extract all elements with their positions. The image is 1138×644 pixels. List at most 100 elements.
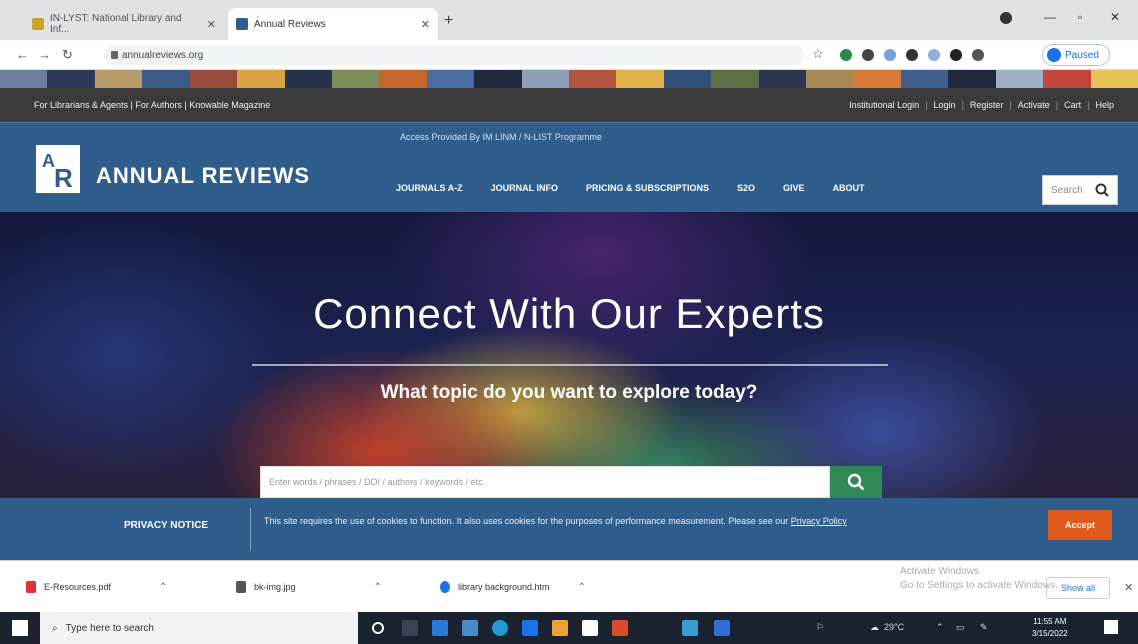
browser-tab-annual-reviews[interactable]: Annual Reviews ✕	[228, 8, 438, 40]
file-explorer-icon[interactable]	[552, 620, 568, 636]
avatar	[1047, 48, 1061, 62]
search-icon	[847, 473, 865, 491]
close-window-icon[interactable]: ✕	[1110, 10, 1120, 24]
office-icon[interactable]	[612, 620, 628, 636]
nav-s2o[interactable]: S2O	[737, 183, 755, 193]
download-item[interactable]: library background.htm ⌃	[440, 581, 586, 593]
main-nav: JOURNALS A-Z JOURNAL INFO PRICING & SUBS…	[396, 183, 865, 193]
notifications-icon[interactable]	[1104, 620, 1118, 634]
image-file-icon	[236, 581, 246, 593]
extension-icon[interactable]	[950, 49, 962, 61]
pen-icon[interactable]: ✎	[980, 622, 988, 633]
screen: IN-LYST: National Library and Inf... ✕ A…	[0, 0, 1138, 644]
hero-search-button[interactable]	[830, 466, 882, 498]
divider	[250, 508, 251, 550]
header-search-input[interactable]: Search	[1042, 175, 1118, 205]
extension-icon[interactable]	[928, 49, 940, 61]
hero-title: Connect With Our Experts	[313, 290, 825, 337]
task-view-icon[interactable]	[402, 620, 418, 636]
forward-icon[interactable]: →	[38, 47, 51, 62]
app-icon[interactable]	[462, 620, 478, 636]
chevron-up-icon[interactable]: ⌃	[374, 582, 382, 593]
close-icon[interactable]: ✕	[421, 18, 430, 31]
temperature-text[interactable]: 29°C	[884, 622, 904, 632]
hero-search-placeholder: Enter words / phrases / DOI / authors / …	[269, 477, 486, 487]
register-link[interactable]: Register	[970, 100, 1004, 110]
tray-icon[interactable]: ⚐	[816, 622, 824, 633]
institutional-login-link[interactable]: Institutional Login	[849, 100, 919, 110]
privacy-notice-label: PRIVACY NOTICE	[124, 520, 209, 531]
app-icon[interactable]	[682, 620, 698, 636]
browser-tab-nlist[interactable]: IN-LYST: National Library and Inf... ✕	[24, 8, 224, 40]
accept-cookies-button[interactable]: Accept	[1048, 510, 1112, 540]
windows-start-icon[interactable]	[12, 620, 28, 636]
profile-button[interactable]: Paused	[1042, 44, 1110, 66]
reload-icon[interactable]: ↻	[62, 47, 73, 63]
taskbar-search-input[interactable]: ⌕ Type here to search	[40, 612, 358, 644]
chevron-up-icon[interactable]: ⌃	[578, 582, 586, 593]
access-provided-text: Access Provided By IM LINM / N-LIST Prog…	[400, 132, 602, 142]
nav-journals-a-z[interactable]: JOURNALS A-Z	[396, 183, 463, 193]
activate-windows-watermark: Activate Windows Go to Settings to activ…	[900, 566, 1058, 591]
close-icon[interactable]: ✕	[207, 18, 216, 31]
browser-tab-strip: IN-LYST: National Library and Inf... ✕ A…	[0, 0, 1138, 40]
profile-icon[interactable]	[1000, 12, 1012, 24]
profile-label: Paused	[1065, 49, 1099, 61]
nav-pricing-subscriptions[interactable]: PRICING & SUBSCRIPTIONS	[586, 183, 709, 193]
minimize-icon[interactable]: —	[1044, 10, 1056, 24]
pdf-file-icon	[26, 581, 36, 593]
audience-links[interactable]: For Librarians & Agents | For Authors | …	[34, 100, 270, 110]
weather-icon[interactable]: ☁	[870, 622, 879, 633]
download-item[interactable]: bk-img.jpg ⌃	[236, 581, 382, 593]
hero-subtitle: What topic do you want to explore today?	[380, 382, 758, 403]
tab-title: Annual Reviews	[254, 18, 326, 30]
activate-link[interactable]: Activate	[1018, 100, 1050, 110]
favicon-icon	[32, 18, 44, 30]
taskbar-clock[interactable]: 11:55 AM 3/15/2022	[1032, 616, 1068, 640]
search-icon: ⌕	[52, 622, 58, 634]
site-header: AR ANNUAL REVIEWS Access Provided By IM …	[0, 122, 1138, 212]
header-search-placeholder: Search	[1051, 184, 1083, 196]
extension-icon[interactable]	[840, 49, 852, 61]
decorative-color-stripe	[0, 70, 1138, 88]
annual-reviews-logo-icon[interactable]: AR	[36, 145, 80, 193]
favicon-icon	[236, 18, 248, 30]
mail-icon[interactable]	[432, 620, 448, 636]
login-link[interactable]: Login	[934, 100, 956, 110]
app-icon[interactable]	[522, 620, 538, 636]
extension-icon[interactable]	[906, 49, 918, 61]
chrome-file-icon	[440, 581, 450, 593]
bookmark-star-icon[interactable]: ☆	[812, 46, 824, 62]
downloads-bar: E-Resources.pdf ⌃ bk-img.jpg ⌃ library b…	[0, 560, 1138, 612]
back-icon[interactable]: ←	[16, 47, 29, 62]
extensions-puzzle-icon[interactable]	[972, 49, 984, 61]
extension-icon[interactable]	[862, 49, 874, 61]
edge-icon[interactable]	[492, 620, 508, 636]
hero-search-input[interactable]: Enter words / phrases / DOI / authors / …	[260, 466, 830, 498]
extension-icon[interactable]	[884, 49, 896, 61]
new-tab-button[interactable]: +	[444, 12, 453, 30]
cart-link[interactable]: Cart	[1064, 100, 1081, 110]
chevron-up-icon[interactable]: ⌃	[936, 622, 944, 633]
nav-about[interactable]: ABOUT	[833, 183, 865, 193]
nav-journal-info[interactable]: JOURNAL INFO	[491, 183, 558, 193]
account-links: Institutional Login | Login | Register |…	[849, 100, 1114, 110]
nav-give[interactable]: GIVE	[783, 183, 805, 193]
help-link[interactable]: Help	[1095, 100, 1114, 110]
privacy-policy-link[interactable]: Privacy Policy	[791, 516, 847, 526]
tab-title: IN-LYST: National Library and Inf...	[50, 13, 182, 35]
site-logo-text[interactable]: ANNUAL REVIEWS	[96, 163, 310, 189]
app-icon[interactable]	[714, 620, 730, 636]
network-icon[interactable]: ▭	[956, 622, 965, 633]
cortana-icon[interactable]	[372, 622, 384, 634]
maximize-icon[interactable]: ▫	[1078, 10, 1082, 24]
hero-banner: Connect With Our Experts What topic do y…	[0, 212, 1138, 498]
hero-divider	[252, 364, 888, 366]
search-icon[interactable]	[1095, 183, 1109, 200]
close-icon[interactable]: ✕	[1124, 581, 1133, 594]
chevron-up-icon[interactable]: ⌃	[159, 582, 167, 593]
store-icon[interactable]	[582, 620, 598, 636]
show-all-button[interactable]: Show all	[1046, 577, 1110, 599]
download-item[interactable]: E-Resources.pdf ⌃	[26, 581, 167, 593]
url-input[interactable]: annualreviews.org	[104, 45, 804, 65]
